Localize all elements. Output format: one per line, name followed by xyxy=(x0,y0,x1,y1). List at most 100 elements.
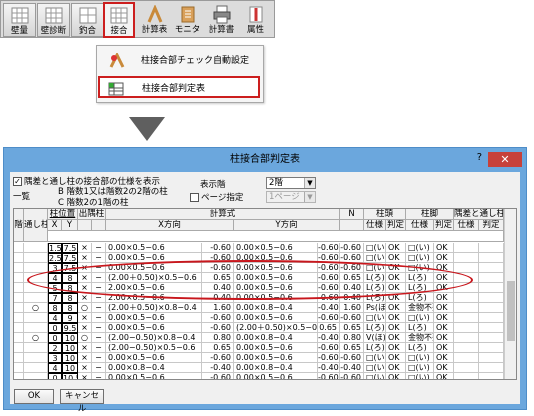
cell-xv: 0.80 xyxy=(202,333,234,343)
printer-label: 計算書 xyxy=(208,25,235,35)
cell-toshi: ○ xyxy=(24,303,48,313)
cell-n: 0.80 xyxy=(340,333,364,343)
cell-j2 xyxy=(479,363,504,373)
col-ydir: Y方向 xyxy=(234,220,340,231)
cell-b: − xyxy=(92,303,106,313)
cell-ks: L(ろ) xyxy=(406,293,434,303)
cell-a: × xyxy=(78,253,92,263)
toolbar: 壁量 壁診断 釣合 接合 計算表 モニタ 計算書 属性 xyxy=(0,0,275,38)
page-checkbox[interactable]: ページ指定 xyxy=(190,191,243,203)
table-row[interactable]: 4 9 × −0.00×0.5−0.6 -0.60 0.00×0.5−0.6 -0.60 -0… xyxy=(14,313,504,323)
chevron-down-icon[interactable]: ▼ xyxy=(304,178,315,188)
col-kai: 階 xyxy=(14,209,24,242)
cell-yf: 0.00×0.5−0.6 xyxy=(234,373,318,379)
cell-xf: (2.00−0.50)×0.8−0.4 xyxy=(106,333,202,343)
wall-amount-icon xyxy=(11,7,28,24)
cell-yf: 0.00×0.5−0.6 xyxy=(234,353,318,363)
cell-yv: -0.40 xyxy=(318,363,340,373)
chevron-down-icon[interactable]: ▼ xyxy=(304,192,315,202)
cell-toshi xyxy=(24,313,48,323)
cell-s2 xyxy=(454,373,479,379)
cell-a: × xyxy=(78,373,92,379)
monitor-button[interactable]: モニタ xyxy=(171,3,204,37)
cell-yf: 0.00×0.5−0.6 xyxy=(234,243,318,253)
cell-kj: OK xyxy=(434,253,454,263)
cell-ks: □(い) xyxy=(406,363,434,373)
cell-yf: (2.00＋0.50)×0.5−0.6 xyxy=(234,323,318,333)
ok-button[interactable]: OK xyxy=(14,389,54,404)
col-hs: 仕様 xyxy=(364,220,386,231)
close-button[interactable]: ✕ xyxy=(488,152,522,167)
menu-item-auto-check[interactable]: 柱接合部チェック自動設定 xyxy=(101,50,259,72)
scroll-thumb[interactable] xyxy=(507,281,515,341)
table-row[interactable]: 010.5×−0.00×0.5−0.6-0.600.00×0.5−0.6-0.6… xyxy=(14,373,504,379)
printer-button[interactable]: 計算書 xyxy=(205,3,238,37)
cell-x: 3 xyxy=(48,353,62,363)
floor-select[interactable]: 2階 ▼ xyxy=(266,177,316,189)
help-icon[interactable]: ? xyxy=(477,152,482,163)
cell-kj: OK xyxy=(434,243,454,253)
cell-hj: OK xyxy=(386,243,406,253)
cell-j2 xyxy=(479,293,504,303)
balance-label: 釣合 xyxy=(78,26,96,36)
wall-amount-button[interactable]: 壁量 xyxy=(3,3,36,37)
cell-xv: -0.60 xyxy=(202,373,234,379)
cell-n: -0.60 xyxy=(340,243,364,253)
cell-yf: 0.00×0.8−0.4 xyxy=(234,333,318,343)
vertical-scrollbar[interactable] xyxy=(504,209,516,379)
calc-table-button[interactable]: 計算表 xyxy=(138,3,171,37)
calc-table-icon xyxy=(147,5,162,23)
table-row[interactable]: 0 9.5 × −0.00×0.5−0.6 -0.60 (2.00＋0.50)×0.5−0… xyxy=(14,323,504,333)
attribute-label: 属性 xyxy=(246,25,264,35)
joint-button[interactable]: 接合 xyxy=(103,2,135,38)
joint-label: 接合 xyxy=(110,26,128,36)
floor-label: 表示階 xyxy=(200,180,226,190)
dialog-title: 柱接合部判定表 xyxy=(230,154,300,165)
cell-y: 10 xyxy=(62,353,78,363)
col-s2: 仕様 xyxy=(454,220,479,231)
cancel-button[interactable]: キャンセル xyxy=(60,389,104,414)
cell-ks: 金物不要 xyxy=(406,303,434,313)
balance-button[interactable]: 釣合 xyxy=(71,3,104,37)
cell-kai xyxy=(14,373,24,379)
checkbox-icon[interactable] xyxy=(190,193,199,202)
floor-value: 2階 xyxy=(269,178,283,188)
col-chutou: 柱頭 xyxy=(364,209,406,220)
table-row[interactable]: 1.5 7.5 × −0.00×0.5−0.6 -0.60 0.00×0.5−0.6 -0.… xyxy=(14,243,504,253)
cell-yv: -0.40 xyxy=(318,303,340,313)
cell-s2 xyxy=(454,303,479,313)
menu-item-judgement-table[interactable]: 柱接合部判定表 xyxy=(98,76,260,98)
cell-ks: □(い) xyxy=(406,313,434,323)
table-row[interactable]: 3 10 × −0.00×0.5−0.6 -0.60 0.00×0.5−0.6 -0.60-… xyxy=(14,353,504,363)
cell-y: 10 xyxy=(62,333,78,343)
cell-x: 2.5 xyxy=(48,253,62,263)
table-row[interactable]: 2 10 × − (2.00−0.50)×0.5−0.6 0.65 0.00×0.5−0.6… xyxy=(14,343,504,353)
monitor-icon xyxy=(181,6,194,23)
attribute-button[interactable]: 属性 xyxy=(239,3,272,37)
auto-check-icon xyxy=(109,53,125,68)
cell-a: × xyxy=(78,323,92,333)
table-row[interactable]: 4 10 × −0.00×0.8−0.4 -0.40 0.00×0.8−0.4 -0.40-… xyxy=(14,363,504,373)
col-n: N xyxy=(340,209,364,220)
cell-s2 xyxy=(454,263,479,273)
table-row[interactable]: ○ 8 8 ○ − (2.00＋0.50)×0.8−0.4 1.60 0.00×0.8−0.4… xyxy=(14,303,504,313)
col-xdir: X方向 xyxy=(106,220,234,231)
checkbox-icon[interactable]: ✓ xyxy=(13,177,22,186)
cell-b: − xyxy=(92,373,106,379)
cell-ks: □(い) xyxy=(406,373,434,379)
cell-a: × xyxy=(78,293,92,303)
cell-xf: 0.00×0.5−0.6 xyxy=(106,373,202,379)
cell-kai xyxy=(14,303,24,313)
cell-yv: -0.60 xyxy=(318,353,340,363)
cell-yv: -0.60 xyxy=(318,313,340,323)
page-select[interactable]: 1ページ ▼ xyxy=(266,191,316,203)
cell-a: × xyxy=(78,343,92,353)
wall-diagnosis-button[interactable]: 壁診断 xyxy=(37,3,70,37)
cell-x: 8 xyxy=(48,303,62,313)
table-row[interactable]: ○ 0 10 ○ − (2.00−0.50)×0.8−0.4 0.80 0.00×0.8−0.… xyxy=(14,333,504,343)
cell-kai xyxy=(14,353,24,363)
joint-menu: 柱接合部チェック自動設定 柱接合部判定表 xyxy=(96,45,264,103)
col-kj: 判定 xyxy=(434,220,454,231)
attribute-icon xyxy=(249,6,262,23)
cell-yv: -0.60 xyxy=(318,373,340,379)
